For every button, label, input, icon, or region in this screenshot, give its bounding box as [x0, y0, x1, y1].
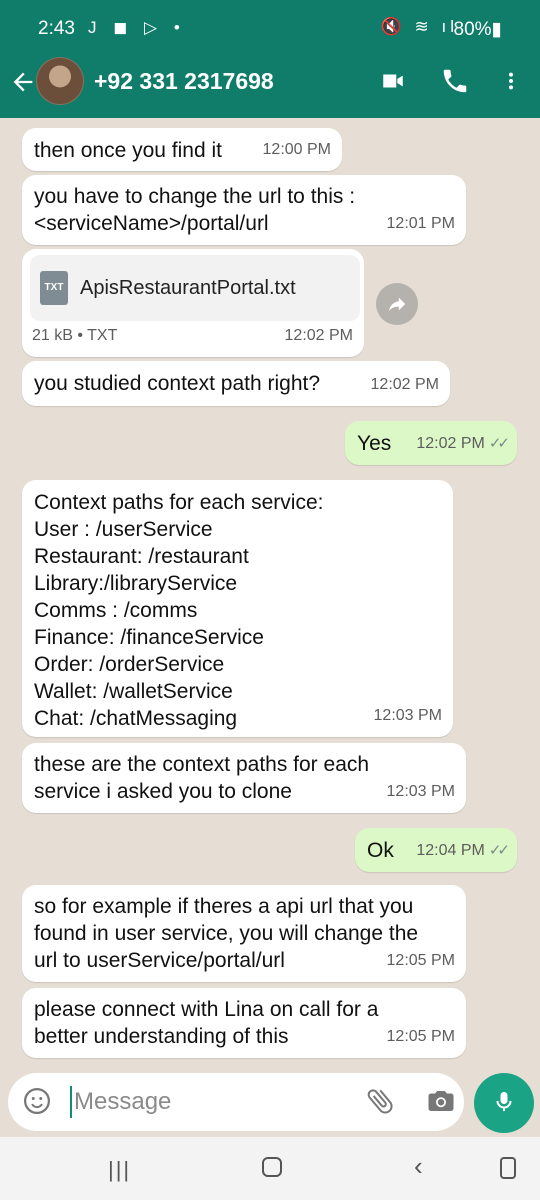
- message-compose-bar: [0, 1073, 540, 1137]
- message-input[interactable]: [70, 1086, 360, 1118]
- message-bubble[interactable]: please connect with Lina on call for a b…: [22, 988, 466, 1058]
- status-time: 2:43: [38, 18, 75, 39]
- message-text: Context paths for each service: User : /…: [34, 491, 324, 730]
- message-time: 12:01 PM: [386, 215, 455, 232]
- message-time: 12:05 PM: [386, 952, 455, 969]
- attachment-icon[interactable]: [364, 1085, 396, 1122]
- chat-messages[interactable]: then once you find it 12:00 PM you have …: [0, 118, 540, 1073]
- back-arrow-icon[interactable]: [8, 68, 38, 98]
- message-time: 12:02 PM ✓✓: [416, 435, 510, 452]
- notification-icons: J ◼ ▷ •: [88, 18, 186, 37]
- nav-back-icon[interactable]: ‹: [414, 1151, 423, 1182]
- message-time: 12:04 PM ✓✓: [416, 842, 510, 859]
- status-bar: 2:43 J ◼ ▷ • 🔇 ≋ ıl 80%▮: [0, 0, 540, 60]
- message-time: 12:03 PM: [373, 707, 442, 724]
- message-bubble[interactable]: so for example if theres a api url that …: [22, 885, 466, 982]
- forward-icon[interactable]: [376, 283, 418, 325]
- message-bubble[interactable]: then once you find it 12:00 PM: [22, 128, 342, 171]
- file-card[interactable]: TXT ApisRestaurantPortal.txt: [30, 255, 360, 321]
- message-bubble[interactable]: these are the context paths for each ser…: [22, 743, 466, 813]
- video-call-icon[interactable]: [378, 68, 408, 99]
- contact-name[interactable]: +92 331 2317698: [94, 68, 274, 95]
- message-time: 12:03 PM: [386, 783, 455, 800]
- message-bubble-outgoing[interactable]: Yes 12:02 PM ✓✓: [345, 421, 517, 465]
- file-meta: 21 kB • TXT: [32, 327, 118, 344]
- message-time: 12:05 PM: [386, 1028, 455, 1045]
- message-time: 12:02 PM: [284, 327, 353, 344]
- txt-file-icon: TXT: [40, 271, 68, 305]
- mic-button[interactable]: [474, 1073, 534, 1133]
- chat-header: +92 331 2317698: [0, 57, 540, 118]
- message-time: 12:02 PM: [370, 376, 439, 393]
- message-bubble[interactable]: you have to change the url to this : <se…: [22, 175, 466, 245]
- double-check-icon: ✓✓: [488, 435, 510, 452]
- mic-icon: [496, 1092, 512, 1111]
- file-name: ApisRestaurantPortal.txt: [80, 277, 296, 299]
- avatar[interactable]: [36, 57, 84, 105]
- message-bubble[interactable]: Context paths for each service: User : /…: [22, 480, 453, 737]
- signal-icons: 🔇 ≋ ıl: [380, 17, 458, 36]
- recents-icon[interactable]: |||: [108, 1157, 131, 1183]
- emoji-icon[interactable]: [22, 1086, 52, 1116]
- double-check-icon: ✓✓: [488, 842, 510, 859]
- message-bubble[interactable]: you studied context path right? 12:02 PM: [22, 361, 450, 406]
- message-input-container[interactable]: [8, 1073, 464, 1131]
- more-menu-icon[interactable]: [500, 66, 522, 101]
- file-message[interactable]: TXT ApisRestaurantPortal.txt 21 kB • TXT…: [22, 249, 364, 357]
- voice-call-icon[interactable]: [440, 66, 470, 101]
- message-bubble-outgoing[interactable]: Ok 12:04 PM ✓✓: [355, 828, 517, 872]
- camera-icon[interactable]: [426, 1086, 456, 1121]
- battery-indicator: 80%▮: [453, 19, 502, 40]
- keyboard-icon[interactable]: [500, 1157, 516, 1179]
- home-icon[interactable]: [262, 1157, 282, 1177]
- message-time: 12:00 PM: [262, 141, 331, 158]
- system-nav-bar: ||| ‹: [0, 1137, 540, 1200]
